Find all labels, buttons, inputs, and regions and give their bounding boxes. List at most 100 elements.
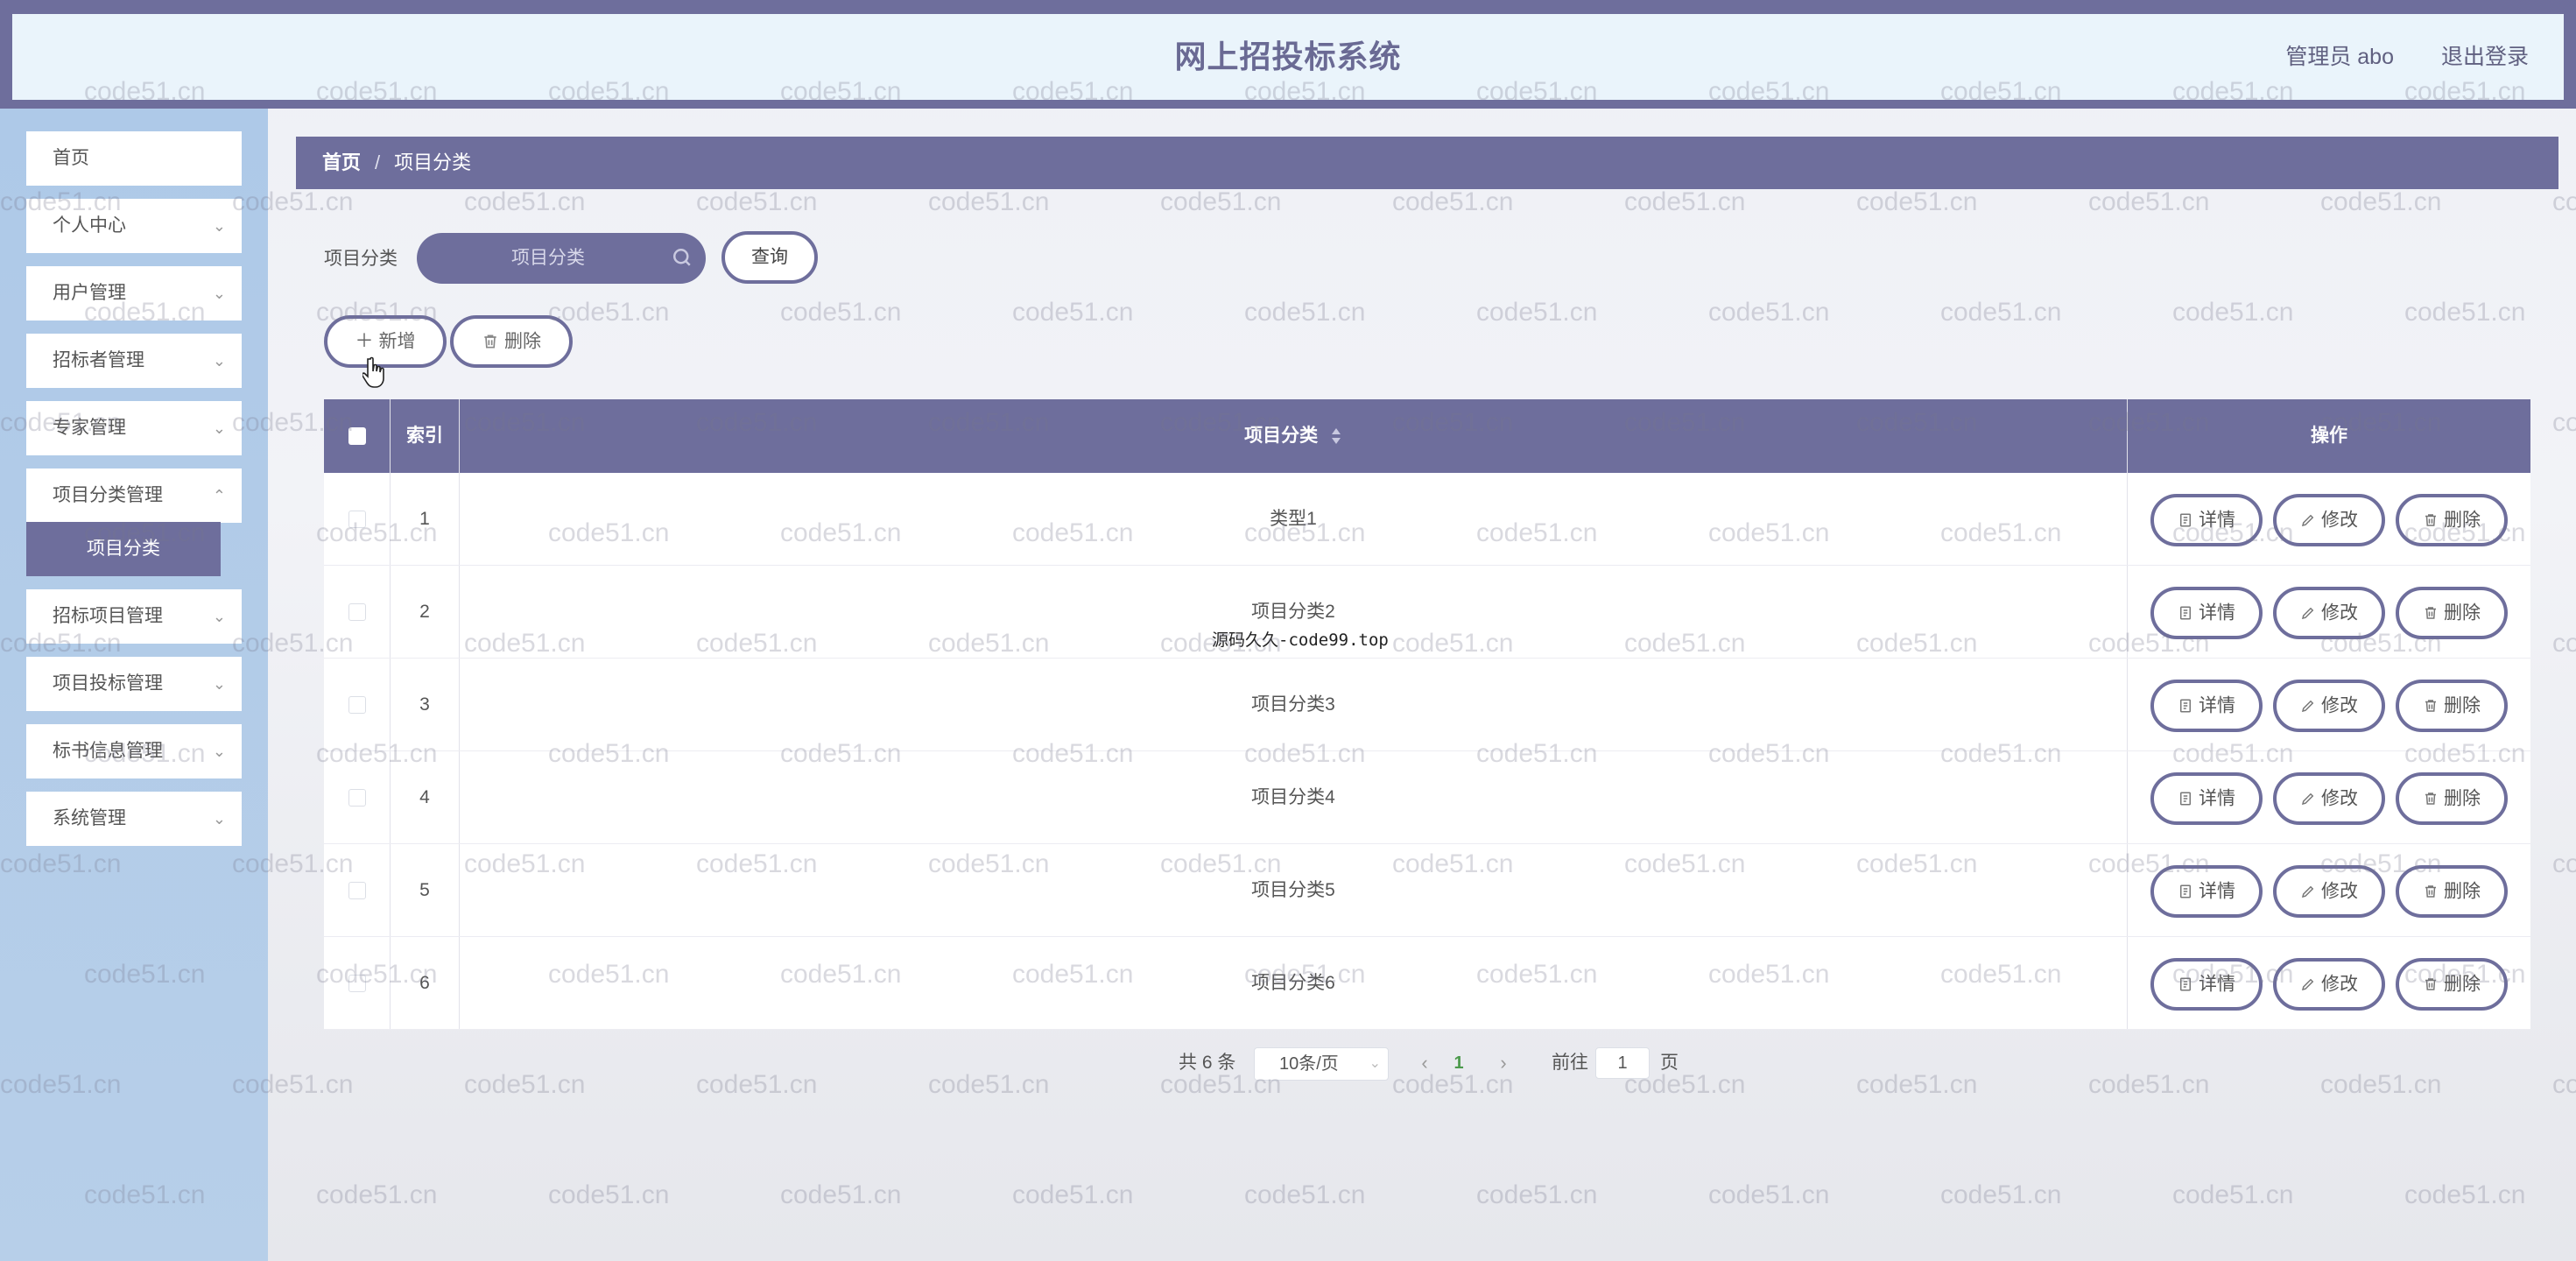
prev-page-button[interactable]: ‹ bbox=[1411, 1047, 1438, 1079]
edit-button[interactable]: 修改 bbox=[2273, 865, 2385, 918]
row-checkbox[interactable] bbox=[348, 511, 366, 528]
table-row: 5 项目分类5 详情 修改 删除 bbox=[324, 844, 2530, 937]
sidebar-item-label: 标书信息管理 bbox=[53, 741, 163, 761]
table-row: 6 项目分类6 详情 修改 删除 bbox=[324, 937, 2530, 1030]
cell-category: 类型1 bbox=[1270, 509, 1317, 529]
delete-button[interactable]: 删除 bbox=[2396, 494, 2508, 546]
search-label: 项目分类 bbox=[324, 249, 398, 269]
watermark-text: code51.cn bbox=[1012, 298, 1134, 327]
watermark-text: code51.cn bbox=[548, 1180, 670, 1209]
row-checkbox[interactable] bbox=[348, 603, 366, 621]
sidebar-item-bid-management[interactable]: 项目投标管理 ⌄ bbox=[26, 657, 242, 711]
detail-label: 详情 bbox=[2199, 974, 2235, 995]
row-checkbox[interactable] bbox=[348, 882, 366, 899]
edit-label: 修改 bbox=[2321, 788, 2358, 809]
table-header: 索引 项目分类 操作 bbox=[324, 399, 2530, 473]
logout-link[interactable]: 退出登录 bbox=[2441, 14, 2529, 100]
page-size-select[interactable]: 10条/页 ⌄ bbox=[1254, 1047, 1389, 1081]
page-number-current[interactable]: 1 bbox=[1441, 1047, 1476, 1079]
delete-button[interactable]: 删除 bbox=[2396, 587, 2508, 639]
breadcrumb: 首页 / 项目分类 bbox=[296, 137, 2558, 189]
detail-button[interactable]: 详情 bbox=[2150, 865, 2263, 918]
sort-icon[interactable] bbox=[1330, 426, 1342, 446]
query-button[interactable]: 查询 bbox=[721, 231, 818, 284]
watermark-text: code51.cn bbox=[2552, 849, 2576, 878]
pencil-icon bbox=[2301, 608, 2314, 620]
sidebar-item-home[interactable]: 首页 bbox=[26, 131, 242, 186]
sidebar-item-label: 专家管理 bbox=[53, 418, 126, 438]
edit-button[interactable]: 修改 bbox=[2273, 494, 2385, 546]
watermark-text: code51.cn bbox=[2172, 1180, 2294, 1209]
watermark-text: code51.cn bbox=[780, 298, 902, 327]
cell-index: 4 bbox=[419, 787, 430, 807]
select-all-checkbox[interactable] bbox=[348, 427, 366, 445]
sidebar-item-label: 系统管理 bbox=[53, 808, 126, 828]
delete-button[interactable]: 删除 bbox=[2396, 958, 2508, 1011]
edit-label: 修改 bbox=[2321, 974, 2358, 995]
watermark-text: code51.cn bbox=[696, 1070, 818, 1099]
detail-label: 详情 bbox=[2199, 881, 2235, 902]
delete-label: 删除 bbox=[2444, 510, 2481, 531]
trash-icon bbox=[2425, 514, 2436, 527]
column-header-index: 索引 bbox=[406, 426, 443, 446]
watermark-text: code51.cn bbox=[1244, 1180, 1366, 1209]
column-header-category[interactable]: 项目分类 bbox=[460, 399, 2127, 473]
chevron-down-icon: ⌄ bbox=[212, 743, 226, 760]
trash-icon bbox=[2425, 700, 2436, 713]
category-table: 索引 项目分类 操作 1 类型1 详情 修改 删除 2 项目分类2 详情 修改 … bbox=[324, 399, 2530, 1030]
pagination-total: 共 6 条 bbox=[1179, 1053, 1236, 1073]
edit-button[interactable]: 修改 bbox=[2273, 587, 2385, 639]
sidebar-item-personal-center[interactable]: 个人中心 ⌄ bbox=[26, 199, 242, 253]
row-checkbox[interactable] bbox=[348, 789, 366, 807]
edit-button[interactable]: 修改 bbox=[2273, 958, 2385, 1011]
delete-button[interactable]: 删除 bbox=[2396, 865, 2508, 918]
detail-button[interactable]: 详情 bbox=[2150, 680, 2263, 732]
delete-button[interactable]: 删除 bbox=[2396, 772, 2508, 825]
trash-icon bbox=[2425, 793, 2436, 806]
detail-button[interactable]: 详情 bbox=[2150, 958, 2263, 1011]
table-row: 4 项目分类4 详情 修改 删除 bbox=[324, 751, 2530, 844]
watermark-text: code51.cn bbox=[1476, 298, 1598, 327]
watermark-text: code51.cn bbox=[780, 1180, 902, 1209]
cell-category: 项目分类5 bbox=[1251, 880, 1335, 900]
detail-button[interactable]: 详情 bbox=[2150, 772, 2263, 825]
detail-button[interactable]: 详情 bbox=[2150, 587, 2263, 639]
watermark-text: code51.cn bbox=[1160, 187, 1282, 216]
sidebar-item-category-management[interactable]: 项目分类管理 ⌃ bbox=[26, 468, 242, 523]
sidebar-item-bid-document-management[interactable]: 标书信息管理 ⌄ bbox=[26, 724, 242, 778]
row-checkbox[interactable] bbox=[348, 696, 366, 714]
watermark-text: code51.cn bbox=[928, 1070, 1050, 1099]
sidebar-item-expert-management[interactable]: 专家管理 ⌄ bbox=[26, 401, 242, 455]
watermark-text: code51.cn bbox=[2172, 298, 2294, 327]
pencil-icon bbox=[2301, 701, 2314, 713]
sidebar-item-system-management[interactable]: 系统管理 ⌄ bbox=[26, 792, 242, 846]
pencil-icon bbox=[2301, 793, 2314, 806]
detail-button[interactable]: 详情 bbox=[2150, 494, 2263, 546]
goto-page-input[interactable] bbox=[1595, 1047, 1650, 1079]
chevron-down-icon: ⌄ bbox=[212, 217, 226, 235]
next-page-button[interactable]: › bbox=[1490, 1047, 1517, 1079]
row-checkbox[interactable] bbox=[348, 975, 366, 992]
chevron-down-icon: ⌄ bbox=[212, 419, 226, 437]
sidebar-item-label: 招标项目管理 bbox=[53, 606, 163, 626]
sidebar-item-user-management[interactable]: 用户管理 ⌄ bbox=[26, 266, 242, 321]
search-input[interactable] bbox=[417, 233, 706, 284]
sidebar-subitem-category[interactable]: 项目分类 bbox=[26, 522, 221, 576]
cell-index: 3 bbox=[419, 694, 430, 715]
batch-delete-button[interactable]: 删除 bbox=[450, 315, 573, 368]
trash-icon bbox=[2425, 885, 2436, 898]
watermark-text: code51.cn bbox=[2404, 298, 2526, 327]
watermark-text: code51.cn bbox=[1624, 187, 1746, 216]
breadcrumb-current: 项目分类 bbox=[394, 151, 472, 173]
edit-button[interactable]: 修改 bbox=[2273, 772, 2385, 825]
watermark-text: code51.cn bbox=[316, 1180, 438, 1209]
edit-button[interactable]: 修改 bbox=[2273, 680, 2385, 732]
sidebar-item-bidder-management[interactable]: 招标者管理 ⌄ bbox=[26, 334, 242, 388]
breadcrumb-home[interactable]: 首页 bbox=[322, 151, 361, 173]
sidebar-item-tender-project-management[interactable]: 招标项目管理 ⌄ bbox=[26, 589, 242, 644]
cell-category: 项目分类6 bbox=[1251, 973, 1335, 993]
watermark-text: code51.cn bbox=[1940, 1180, 2062, 1209]
edit-label: 修改 bbox=[2321, 695, 2358, 716]
delete-button[interactable]: 删除 bbox=[2396, 680, 2508, 732]
cell-index: 1 bbox=[419, 509, 430, 529]
